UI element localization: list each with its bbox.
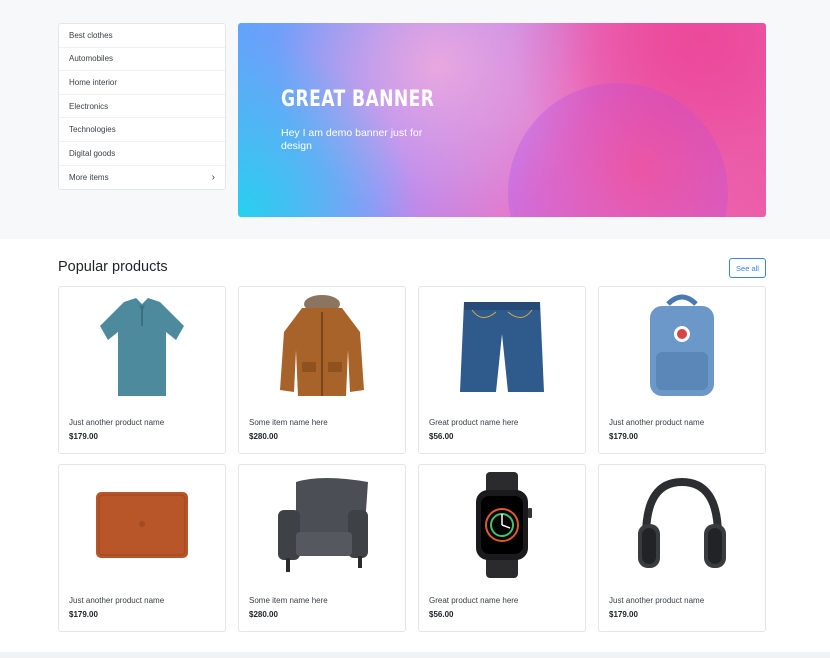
headphones-image <box>599 465 765 585</box>
category-label: Electronics <box>69 101 109 111</box>
product-name: Great product name here <box>429 596 519 605</box>
laptop-sleeve-image <box>59 465 225 585</box>
footer-band <box>0 652 830 658</box>
category-item-home-interior[interactable]: Home interior <box>59 71 225 95</box>
see-all-button[interactable]: See all <box>729 258 766 278</box>
denim-shorts-image <box>419 287 585 407</box>
product-card[interactable]: Some item name here $280.00 <box>238 464 406 632</box>
product-price: $179.00 <box>609 432 638 441</box>
product-price: $56.00 <box>429 432 454 441</box>
smartwatch-image <box>419 465 585 585</box>
product-name: Just another product name <box>69 596 165 605</box>
backpack-image <box>599 287 765 407</box>
category-item-more-items[interactable]: More items › <box>59 166 225 190</box>
category-label: Digital goods <box>69 148 116 158</box>
product-name: Some item name here <box>249 418 328 427</box>
chevron-right-icon: › <box>211 171 215 183</box>
product-name: Some item name here <box>249 596 328 605</box>
banner-title: GREAT BANNER <box>281 87 435 112</box>
product-price: $56.00 <box>429 610 454 619</box>
product-card[interactable]: Just another product name $179.00 <box>58 464 226 632</box>
product-card[interactable]: Just another product name $179.00 <box>598 464 766 632</box>
banner-subtitle: Hey I am demo banner just for design <box>281 127 423 152</box>
category-item-digital-goods[interactable]: Digital goods <box>59 142 225 166</box>
promo-banner[interactable]: GREAT BANNER Hey I am demo banner just f… <box>238 23 766 217</box>
category-label: Automobiles <box>69 54 114 64</box>
product-card[interactable]: Great product name here $56.00 <box>418 286 586 454</box>
category-item-electronics[interactable]: Electronics <box>59 95 225 119</box>
product-name: Great product name here <box>429 418 519 427</box>
product-price: $179.00 <box>69 610 98 619</box>
product-name: Just another product name <box>609 596 705 605</box>
section-title: Popular products <box>58 259 168 275</box>
product-price: $179.00 <box>609 610 638 619</box>
armchair-image <box>239 465 405 585</box>
category-label: More items <box>69 172 109 182</box>
product-card[interactable]: Great product name here $56.00 <box>418 464 586 632</box>
product-name: Just another product name <box>609 418 705 427</box>
product-card[interactable]: Some item name here $280.00 <box>238 286 406 454</box>
jacket-image <box>239 287 405 407</box>
category-label: Home interior <box>69 77 118 87</box>
category-item-best-clothes[interactable]: Best clothes <box>59 24 225 48</box>
product-price: $280.00 <box>249 432 278 441</box>
product-card[interactable]: Just another product name $179.00 <box>598 286 766 454</box>
category-item-technologies[interactable]: Technologies <box>59 118 225 142</box>
product-price: $179.00 <box>69 432 98 441</box>
category-label: Best clothes <box>69 30 113 40</box>
category-item-automobiles[interactable]: Automobiles <box>59 48 225 72</box>
polo-shirt-image <box>59 287 225 407</box>
product-card[interactable]: Just another product name $179.00 <box>58 286 226 454</box>
product-name: Just another product name <box>69 418 165 427</box>
category-label: Technologies <box>69 125 116 135</box>
category-menu: Best clothes Automobiles Home interior E… <box>58 23 226 190</box>
product-price: $280.00 <box>249 610 278 619</box>
